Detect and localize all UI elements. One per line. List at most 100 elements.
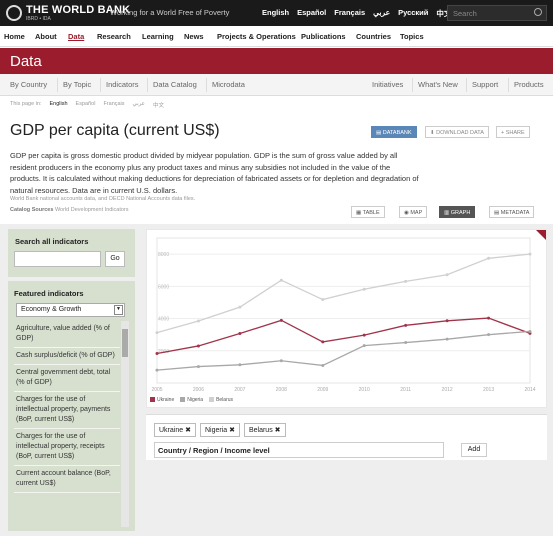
country-chip-nigeria[interactable]: Nigeria ✖ <box>199 423 240 437</box>
nav-research[interactable]: Research <box>97 32 131 41</box>
country-chip-ukraine[interactable]: Ukraine ✖ <box>154 423 196 437</box>
catalog-sources: Catalog Sources World Development Indica… <box>10 207 129 213</box>
top-bar: THE WORLD BANK IBRD • IDA Working for a … <box>0 0 553 26</box>
download-data-button[interactable]: ⬇ DOWNLOAD DATA <box>425 126 489 138</box>
legend-label-ukraine: Ukraine <box>157 397 175 403</box>
go-button[interactable]: Go <box>105 251 125 267</box>
data-point-belarus <box>404 279 408 283</box>
subnav-products[interactable]: Products <box>514 80 544 89</box>
indicator-item[interactable]: Charges for the use of intellectual prop… <box>14 429 120 466</box>
subnav-initiatives[interactable]: Initiatives <box>372 80 403 89</box>
category-select[interactable]: Economy & Growth ▼ <box>16 303 125 317</box>
subnav-by-topic[interactable]: By Topic <box>63 80 91 89</box>
subnav-microdata[interactable]: Microdata <box>212 80 245 89</box>
country-region-input[interactable]: Country / Region / Income level <box>154 442 444 458</box>
legend-item-ukraine[interactable]: Ukraine <box>150 397 174 403</box>
subnav-indicators[interactable]: Indicators <box>106 80 139 89</box>
share-button[interactable]: + SHARE <box>496 126 530 138</box>
category-value: Economy & Growth <box>21 306 82 313</box>
subnav-support[interactable]: Support <box>472 80 498 89</box>
country-region-placeholder: Country / Region / Income level <box>158 446 270 455</box>
world-bank-logo-icon[interactable] <box>6 5 22 21</box>
selected-countries: Ukraine ✖ Nigeria ✖ Belarus ✖ <box>154 423 286 437</box>
data-point-ukraine <box>362 333 366 337</box>
x-tick-label: 2013 <box>483 387 494 393</box>
databank-label: DATABANK <box>382 130 412 136</box>
nav-about[interactable]: About <box>35 32 57 41</box>
data-point-belarus <box>362 287 366 291</box>
search-placeholder: Search <box>453 9 477 18</box>
subnav-data-catalog[interactable]: Data Catalog <box>153 80 197 89</box>
legend-label-nigeria: Nigeria <box>187 397 204 403</box>
view-metadata-button[interactable]: ▤ METADATA <box>489 206 535 218</box>
indicator-item[interactable]: Central government debt, total (% of GDP… <box>14 365 120 392</box>
view-map-button[interactable]: ◉ MAP <box>399 206 428 218</box>
page-lang-espanol[interactable]: Español <box>76 101 96 109</box>
lang-francais[interactable]: Français <box>334 8 365 19</box>
data-point-nigeria <box>279 359 283 363</box>
indicator-scrollbar[interactable] <box>121 321 129 527</box>
indicator-description: GDP per capita is gross domestic product… <box>10 151 419 195</box>
page-lang-chinese[interactable]: 中文 <box>153 101 164 109</box>
country-chip-belarus[interactable]: Belarus ✖ <box>243 423 286 437</box>
view-graph-button[interactable]: ▥ GRAPH <box>439 206 476 218</box>
line-chart: 20004000600080002005 2006 2007 2008 2009 2010… <box>151 237 536 393</box>
indicator-item[interactable]: Current account balance (BoP, current US… <box>14 466 120 493</box>
add-button[interactable]: Add <box>461 443 487 457</box>
indicator-item[interactable]: Charges for the use of intellectual prop… <box>14 392 120 429</box>
corner-flag-icon[interactable] <box>536 230 546 240</box>
lang-espanol[interactable]: Español <box>297 8 326 19</box>
close-icon[interactable]: ✖ <box>229 427 235 434</box>
page-lang-francais[interactable]: Français <box>103 101 124 109</box>
page-lang-english[interactable]: English <box>50 101 68 109</box>
data-point-belarus <box>487 256 491 260</box>
plot-area <box>156 237 531 384</box>
catalog-sources-label: Catalog Sources <box>10 207 54 213</box>
nav-topics[interactable]: Topics <box>400 32 424 41</box>
subnav-whats-new[interactable]: What's New <box>418 80 458 89</box>
nav-home[interactable]: Home <box>4 32 25 41</box>
legend-item-nigeria[interactable]: Nigeria <box>180 397 203 403</box>
nav-news[interactable]: News <box>184 32 204 41</box>
data-point-nigeria <box>155 368 159 372</box>
nav-data[interactable]: Data <box>68 32 84 41</box>
metadata-icon: ▤ <box>494 210 501 216</box>
view-table-button[interactable]: ▦ TABLE <box>351 206 385 218</box>
chip-label: Nigeria <box>204 427 228 434</box>
data-point-belarus <box>238 305 242 309</box>
nav-projects[interactable]: Projects & Operations <box>217 32 296 41</box>
legend-item-belarus[interactable]: Belarus <box>209 397 233 403</box>
scrollbar-thumb[interactable] <box>122 329 128 357</box>
page-lang-arabic[interactable]: عربي <box>133 101 145 109</box>
nav-publications[interactable]: Publications <box>301 32 346 41</box>
catalog-sources-link[interactable]: World Development Indicators <box>55 207 129 213</box>
subnav-by-country[interactable]: By Country <box>10 80 47 89</box>
data-point-ukraine <box>238 332 242 336</box>
lang-english[interactable]: English <box>262 8 289 19</box>
search-icon[interactable] <box>534 8 542 16</box>
data-point-ukraine <box>404 323 408 327</box>
y-tick-label: 8000 <box>158 252 169 258</box>
indicator-item[interactable]: Cash surplus/deficit (% of GDP) <box>14 348 120 365</box>
nav-learning[interactable]: Learning <box>142 32 174 41</box>
site-search-input[interactable]: Search <box>447 5 547 21</box>
lang-arabic[interactable]: عربي <box>373 8 390 19</box>
page-lang-label: This page in: <box>10 101 42 107</box>
x-tick-label: 2012 <box>442 387 453 393</box>
x-tick-label: 2014 <box>524 387 535 393</box>
search-indicators-input[interactable] <box>14 251 101 267</box>
data-point-nigeria <box>196 365 200 369</box>
series-line-belarus <box>156 253 531 334</box>
databank-button[interactable]: ▤ DATABANK <box>371 126 417 138</box>
close-icon[interactable]: ✖ <box>185 427 191 434</box>
lang-russian[interactable]: Русский <box>398 8 428 19</box>
data-point-nigeria <box>487 333 491 337</box>
data-point-belarus <box>528 252 532 256</box>
nav-countries[interactable]: Countries <box>356 32 391 41</box>
close-icon[interactable]: ✖ <box>275 427 281 434</box>
indicator-item[interactable]: Agriculture, value added (% of GDP) <box>14 321 120 348</box>
data-point-nigeria <box>238 363 242 367</box>
chevron-down-icon[interactable]: ▼ <box>114 305 123 315</box>
data-subnav: By Country By Topic Indicators Data Cata… <box>0 74 553 96</box>
data-point-ukraine <box>279 318 283 322</box>
